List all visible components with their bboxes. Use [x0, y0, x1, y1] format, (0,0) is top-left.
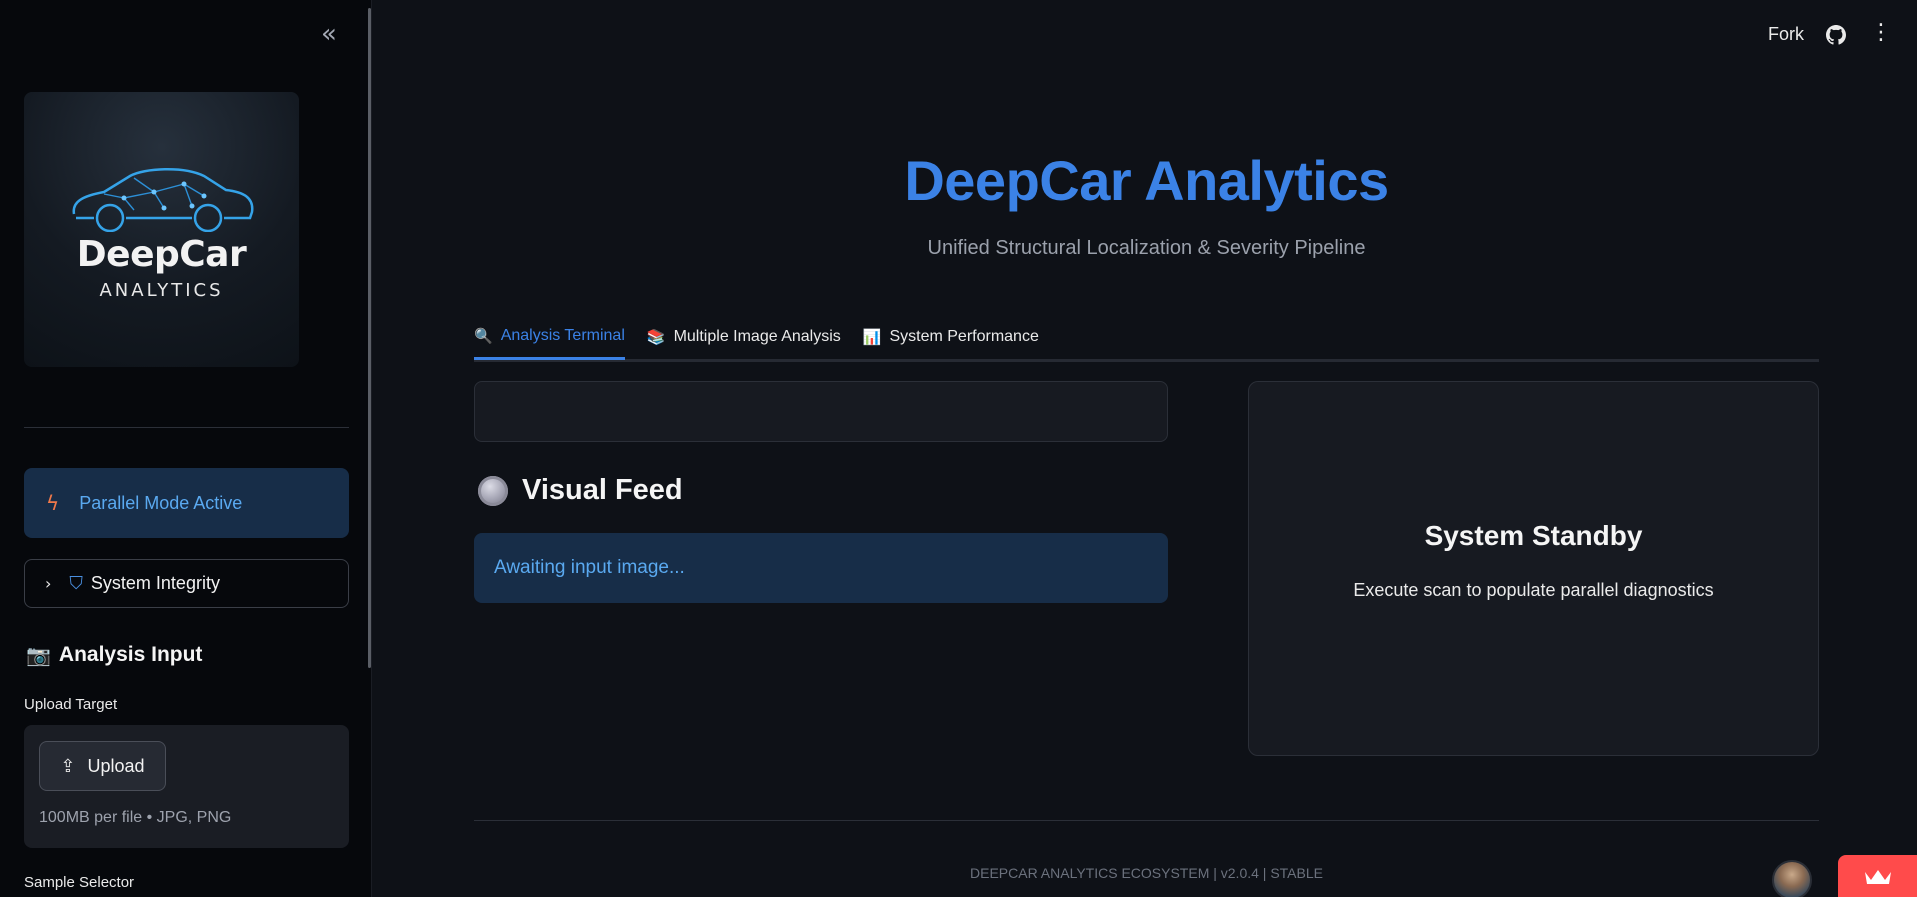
- visual-feed-title: Visual Feed: [522, 474, 683, 506]
- fork-button[interactable]: Fork: [1768, 24, 1804, 45]
- analysis-input-heading: 📷 Analysis Input: [26, 643, 202, 667]
- magnifier-icon: 🔍: [474, 327, 493, 345]
- upload-icon: ⇪: [60, 755, 76, 777]
- upload-hint: 100MB per file • JPG, PNG: [39, 809, 232, 826]
- page-subtitle: Unified Structural Localization & Severi…: [927, 237, 1366, 259]
- chevron-right-icon: ›: [45, 574, 52, 593]
- parallel-mode-label: Parallel Mode Active: [79, 492, 243, 513]
- upload-button[interactable]: ⇪ Upload: [39, 741, 166, 791]
- sidebar: « DeepCar ANALYTICS ϟ Parallel Mode Acti…: [0, 0, 372, 897]
- control-panel: [474, 381, 1168, 442]
- streamlit-badge[interactable]: [1838, 855, 1917, 897]
- logo-subtitle: ANALYTICS: [99, 280, 224, 301]
- parallel-mode-alert: ϟ Parallel Mode Active: [24, 468, 349, 538]
- github-icon[interactable]: [1826, 25, 1846, 45]
- visual-feed-heading: Visual Feed: [478, 474, 683, 507]
- tab-label: System Performance: [889, 328, 1039, 345]
- tab-label: Multiple Image Analysis: [673, 328, 841, 345]
- logo-image: DeepCar ANALYTICS: [24, 92, 299, 367]
- crown-icon: [1864, 870, 1891, 884]
- system-standby-card: System Standby Execute scan to populate …: [1248, 381, 1819, 756]
- lightning-icon: ϟ: [46, 491, 60, 515]
- kebab-menu-icon[interactable]: ⋮: [1870, 20, 1892, 50]
- footer-text: DEEPCAR ANALYTICS ECOSYSTEM | v2.0.4 | S…: [970, 865, 1323, 881]
- bar-chart-icon: 📊: [862, 329, 882, 346]
- sidebar-divider: [24, 427, 349, 428]
- tab-system-performance[interactable]: 📊 System Performance: [863, 320, 1039, 360]
- file-dropzone[interactable]: ⇪ Upload 100MB per file • JPG, PNG: [24, 725, 349, 848]
- books-icon: 📚: [646, 329, 666, 346]
- tab-analysis-terminal[interactable]: 🔍 Analysis Terminal: [474, 320, 625, 360]
- tab-multiple-image-analysis[interactable]: 📚 Multiple Image Analysis: [647, 320, 841, 360]
- footer-divider: [474, 820, 1819, 821]
- record-button-icon: [478, 475, 508, 506]
- page-title: DeepCar Analytics: [904, 149, 1389, 212]
- upload-target-label: Upload Target: [24, 696, 118, 713]
- analysis-input-title: Analysis Input: [58, 643, 203, 666]
- upload-button-label: Upload: [87, 755, 145, 776]
- system-integrity-label: System Integrity: [90, 573, 220, 593]
- avatar[interactable]: [1772, 860, 1812, 897]
- standby-subtitle: Execute scan to populate parallel diagno…: [1353, 580, 1714, 600]
- camera-icon: 📷: [26, 643, 51, 667]
- shield-icon: ⛉: [69, 573, 83, 594]
- awaiting-input-text: Awaiting input image...: [494, 557, 685, 578]
- car-circuit-icon: [72, 168, 254, 232]
- collapse-sidebar-button[interactable]: «: [314, 20, 344, 50]
- system-integrity-expander[interactable]: › ⛉ System Integrity: [24, 559, 349, 608]
- logo-title: DeepCar: [76, 234, 247, 275]
- sidebar-scrollbar[interactable]: [368, 8, 371, 668]
- double-chevron-left-icon: «: [321, 19, 337, 49]
- tab-bar: 🔍 Analysis Terminal 📚 Multiple Image Ana…: [474, 320, 1819, 362]
- app-root: « DeepCar ANALYTICS ϟ Parallel Mode Acti…: [0, 0, 1917, 897]
- sample-selector-label: Sample Selector: [24, 874, 135, 891]
- awaiting-input-alert: Awaiting input image...: [474, 533, 1168, 603]
- tab-label: Analysis Terminal: [500, 326, 625, 344]
- standby-title: System Standby: [1424, 520, 1643, 551]
